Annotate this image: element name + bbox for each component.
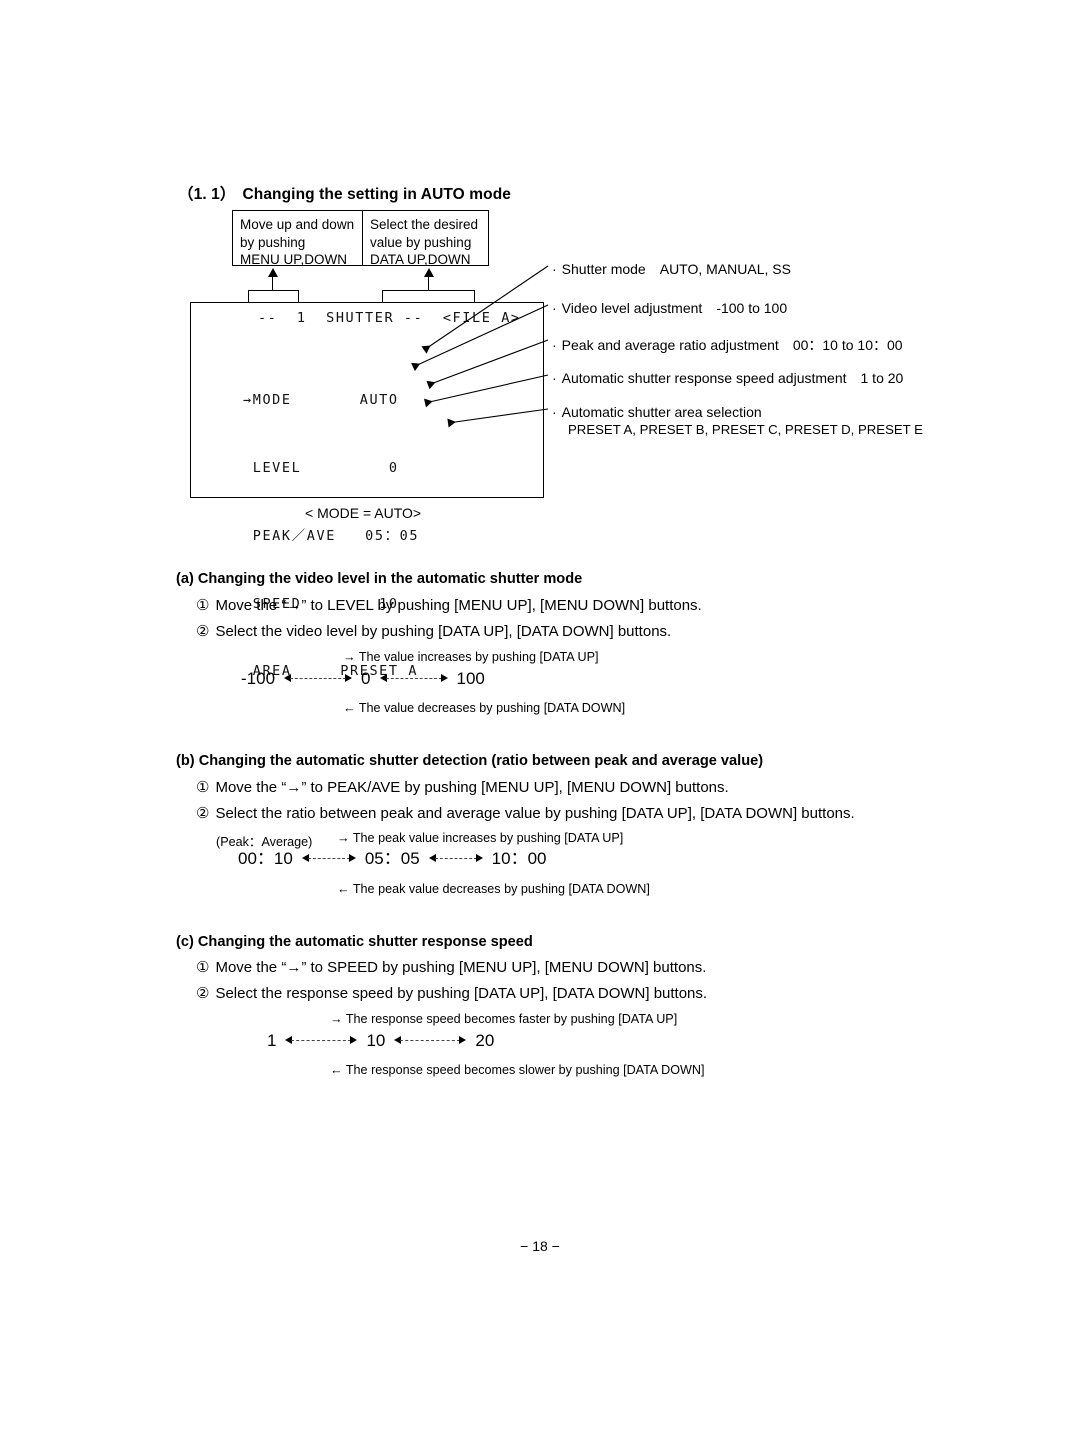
subsection-a-heading: (a) Changing the video level in the auto… <box>176 571 583 587</box>
double-arrow-icon <box>428 853 483 864</box>
range-mid: 10 <box>366 1031 386 1050</box>
section-title: Changing the setting in AUTO mode <box>242 186 511 203</box>
step-number: ② <box>196 985 210 1002</box>
subsection-a-note-increase: → The value increases by pushing [DATA U… <box>343 650 599 664</box>
subsection-a-step-1: ① Move the “→” to LEVEL by pushing [MENU … <box>196 596 702 614</box>
bullet-icon: · <box>552 404 557 420</box>
range-min: -100 <box>241 669 276 688</box>
callout-menu-leader-stem <box>272 276 273 291</box>
section-heading: （1. 1） Changing the setting in AUTO mode <box>178 182 511 204</box>
bullet-icon: · <box>552 370 557 386</box>
step-number: ② <box>196 623 210 640</box>
range-max: 10：00 <box>491 849 547 868</box>
double-arrow-icon <box>301 853 356 864</box>
subsection-b-range: 00：10 05：05 10：00 <box>238 850 546 867</box>
subsection-b-note-increase: → The peak value increases by pushing [D… <box>337 831 624 845</box>
osd-mode-caption: < MODE = AUTO> <box>305 505 422 521</box>
range-max: 20 <box>475 1031 495 1050</box>
subsection-c-note-faster: → The response speed becomes faster by p… <box>330 1012 678 1026</box>
annotation-area-presets: PRESET A, PRESET B, PRESET C, PRESET D, … <box>568 422 923 437</box>
range-mid: 0 <box>361 669 371 688</box>
subsection-a-range: -100 0 100 <box>241 670 485 687</box>
range-min: 00：10 <box>238 849 293 868</box>
osd-title: -- 1 SHUTTER -- <FILE A> <box>258 310 521 326</box>
document-page: （1. 1） Changing the setting in AUTO mode … <box>0 0 1080 1436</box>
annotation-video-level: · Video level adjustment -100 to 100 <box>552 300 787 316</box>
step-text: Move the “→” to SPEED by pushing [MENU U… <box>215 959 707 976</box>
annotation-label: Peak and average ratio adjustment <box>561 337 779 353</box>
step-text: Select the ratio between peak and averag… <box>215 805 855 822</box>
annotation-label: Shutter mode <box>561 261 646 277</box>
osd-row-mode: →MODE AUTO <box>243 392 399 409</box>
subsection-c-heading: (c) Changing the automatic shutter respo… <box>176 934 533 950</box>
step-text: Move the “→” to LEVEL by pushing [MENU U… <box>215 597 702 614</box>
callout-data-leader-stem <box>428 276 429 291</box>
step-number: ① <box>196 959 210 976</box>
annotation-peak-average-ratio: · Peak and average ratio adjustment 00：10 … <box>552 335 903 355</box>
annotation-label: Automatic shutter area selection <box>561 404 762 420</box>
annotation-response-speed: · Automatic shutter response speed adjust… <box>552 370 903 386</box>
step-number: ① <box>196 597 210 614</box>
double-arrow-icon <box>285 1035 358 1046</box>
bullet-icon: · <box>552 261 557 277</box>
osd-row-level: LEVEL 0 <box>243 459 399 476</box>
double-arrow-icon <box>379 673 448 684</box>
step-number: ② <box>196 805 210 822</box>
subsection-c-step-2: ② Select the response speed by pushing [D… <box>196 984 707 1002</box>
osd-row-peak-ave: PEAK／AVE 05：05 <box>243 527 420 544</box>
bullet-icon: · <box>552 337 557 353</box>
annotation-value: AUTO, MANUAL, SS <box>659 261 791 277</box>
subsection-b-step-2: ② Select the ratio between peak and avera… <box>196 804 855 822</box>
leader-lines <box>411 265 549 428</box>
subsection-b-note-decrease: ← The peak value decreases by pushing [D… <box>337 882 650 896</box>
bullet-icon: · <box>552 300 557 316</box>
subsection-b-step-1: ① Move the “→” to PEAK/AVE by pushing [ME… <box>196 778 729 796</box>
step-text: Select the video level by pushing [DATA … <box>215 623 672 640</box>
subsection-a-step-2: ② Select the video level by pushing [DATA… <box>196 622 671 640</box>
step-text: Move the “→” to PEAK/AVE by pushing [MEN… <box>215 779 729 796</box>
range-min: 1 <box>267 1031 277 1050</box>
subsection-b-heading: (b) Changing the automatic shutter detec… <box>176 753 764 769</box>
double-arrow-icon <box>284 673 353 684</box>
subsection-c-note-slower: ← The response speed becomes slower by p… <box>330 1063 705 1077</box>
subsection-b-range-prefix: (Peak：Average) <box>216 835 313 849</box>
page-number: − 18 − <box>520 1238 560 1254</box>
annotation-shutter-mode: · Shutter mode AUTO, MANUAL, SS <box>552 261 791 277</box>
callout-menu-arrowhead-icon <box>268 268 278 277</box>
step-number: ① <box>196 779 210 796</box>
annotation-label: Automatic shutter response speed adjustm… <box>561 370 847 386</box>
subsection-c-range: 1 10 20 <box>267 1032 494 1049</box>
annotation-value: 00：10 to 10：00 <box>792 337 903 353</box>
section-number: （1. 1） <box>178 186 236 203</box>
annotation-value: 1 to 20 <box>860 370 904 386</box>
range-mid: 05：05 <box>364 849 420 868</box>
callout-data-updown: Select the desired value by pushing DATA… <box>362 210 489 267</box>
subsection-c-step-1: ① Move the “→” to SPEED by pushing [MENU … <box>196 958 706 976</box>
callout-data-arrowhead-icon <box>424 268 434 277</box>
double-arrow-icon <box>394 1035 467 1046</box>
step-text: Select the response speed by pushing [DA… <box>215 985 708 1002</box>
annotation-value: -100 to 100 <box>716 300 788 316</box>
subsection-a-note-decrease: ← The value decreases by pushing [DATA D… <box>343 701 626 715</box>
annotation-area-selection: · Automatic shutter area selection <box>552 404 762 420</box>
annotation-label: Video level adjustment <box>561 300 703 316</box>
range-max: 100 <box>456 669 485 688</box>
